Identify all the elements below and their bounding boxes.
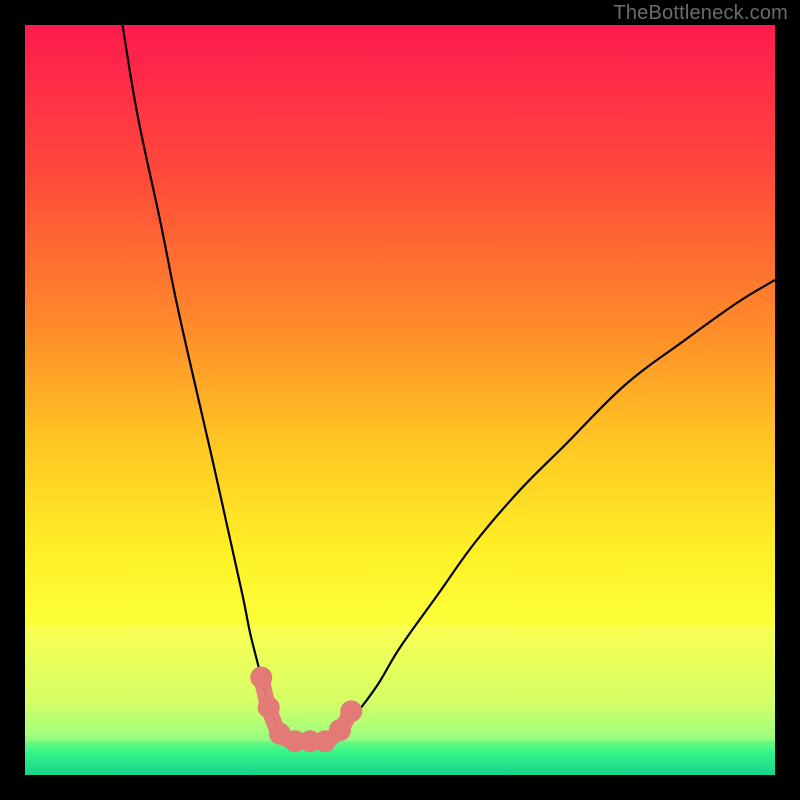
plot-area	[25, 25, 775, 775]
chart-svg	[25, 25, 775, 775]
chart-frame: TheBottleneck.com	[0, 0, 800, 800]
marker-point	[258, 697, 280, 719]
marker-point	[329, 719, 351, 741]
watermark-text: TheBottleneck.com	[613, 2, 788, 25]
marker-point	[340, 700, 362, 722]
marker-point	[250, 667, 272, 689]
highlight-band	[25, 625, 775, 741]
